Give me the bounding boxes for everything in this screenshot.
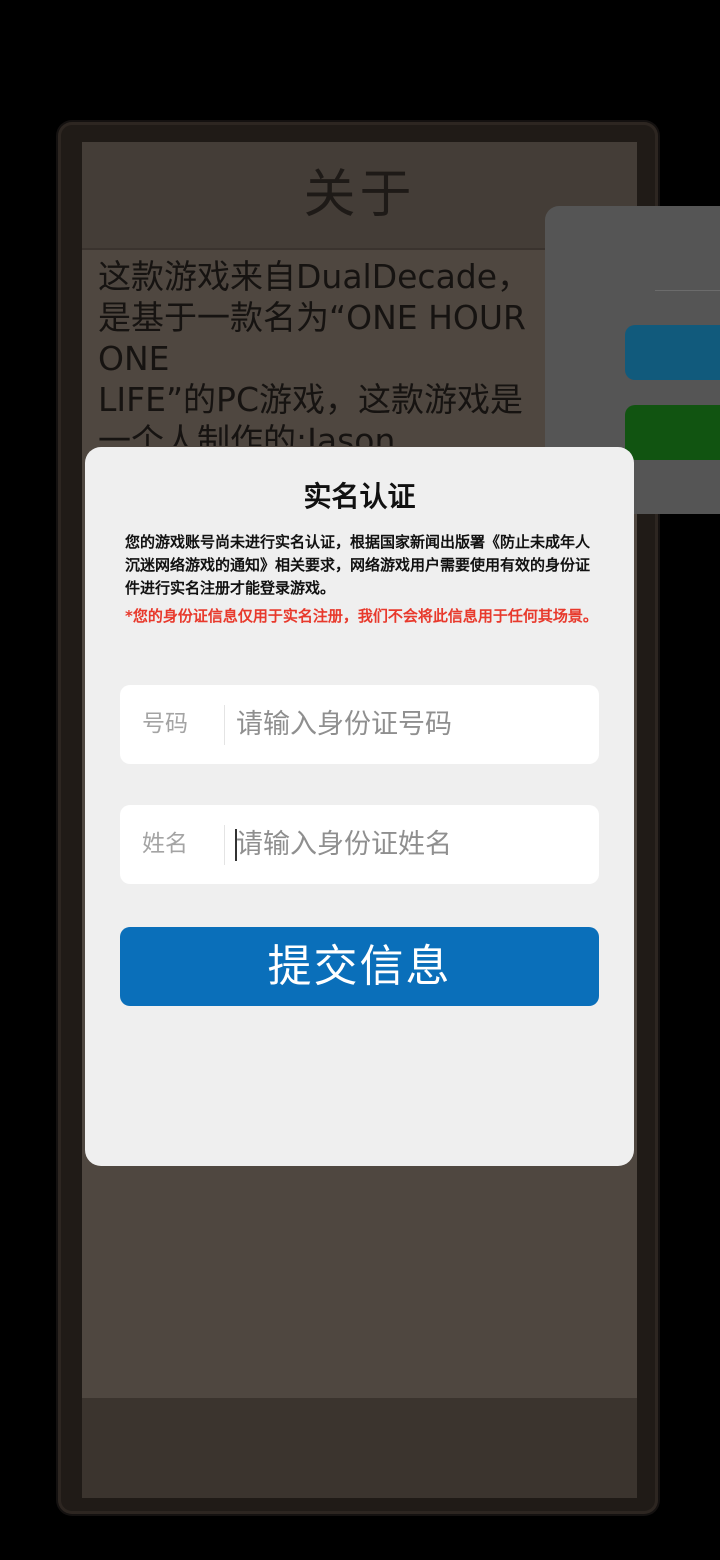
side-panel-blue-button[interactable]	[625, 325, 720, 380]
side-panel-divider	[655, 290, 720, 291]
screen: 关于 这款游戏来自DualDecade， 是基于一款名为“ONE HOUR ON…	[0, 0, 720, 1560]
privacy-warning: *您的身份证信息仅用于实名注册，我们不会将此信息用于任何其场景。	[125, 607, 598, 625]
field-separator	[224, 825, 225, 865]
field-separator	[224, 705, 225, 745]
name-label: 姓名	[142, 831, 188, 857]
side-panel-green-button[interactable]	[625, 405, 720, 460]
about-line: 这款游戏来自DualDecade，	[98, 257, 531, 296]
about-body-text: 这款游戏来自DualDecade， 是基于一款名为“ONE HOUR ONE L…	[98, 256, 558, 446]
name-input[interactable]	[236, 805, 586, 884]
about-line: 一个人制作的:Jason	[98, 421, 396, 446]
about-line: LIFE”的PC游戏，这款游戏是	[98, 380, 523, 419]
dialog-description: 您的游戏账号尚未进行实名认证，根据国家新闻出版署《防止未成年人沉迷网络游戏的通知…	[125, 533, 591, 597]
submit-button[interactable]: 提交信息	[120, 927, 599, 1006]
id-number-label: 号码	[142, 711, 188, 737]
id-number-input[interactable]	[236, 685, 586, 764]
dialog-title: 实名认证	[303, 480, 416, 513]
about-line: ONE	[98, 339, 170, 378]
id-number-field[interactable]: 号码	[120, 685, 599, 764]
name-field[interactable]: 姓名	[120, 805, 599, 884]
real-name-dialog: 实名认证 您的游戏账号尚未进行实名认证，根据国家新闻出版署《防止未成年人沉迷网络…	[85, 447, 634, 1166]
about-footer	[82, 1398, 637, 1498]
about-line: 是基于一款名为“ONE HOUR	[98, 298, 526, 337]
